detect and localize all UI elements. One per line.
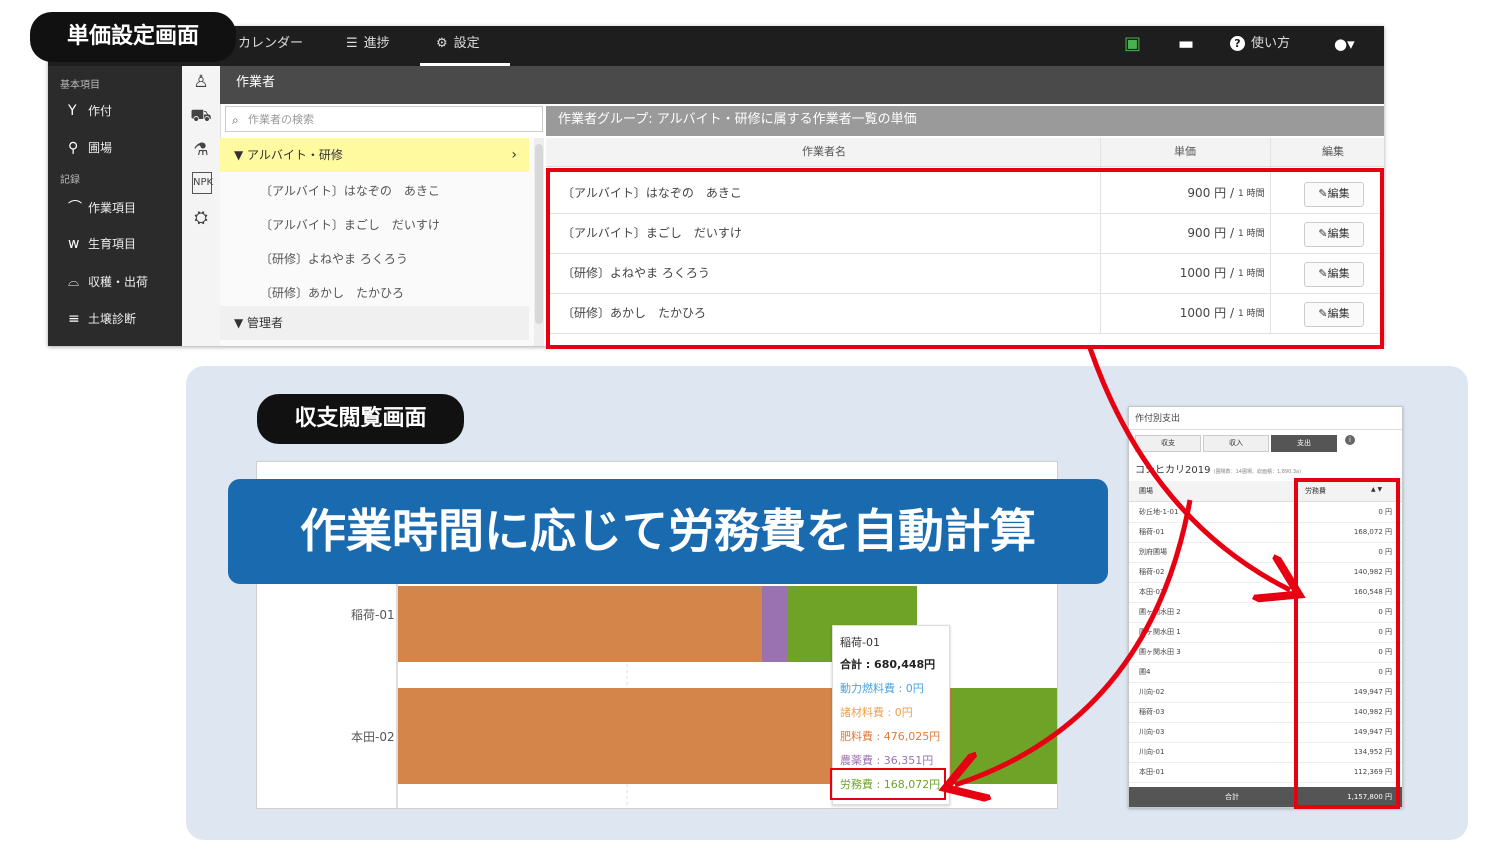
arrow-to-tooltip-labor <box>955 499 1193 785</box>
annotation-arrows <box>0 347 1500 861</box>
arrow-to-labor-column <box>1087 347 1290 590</box>
